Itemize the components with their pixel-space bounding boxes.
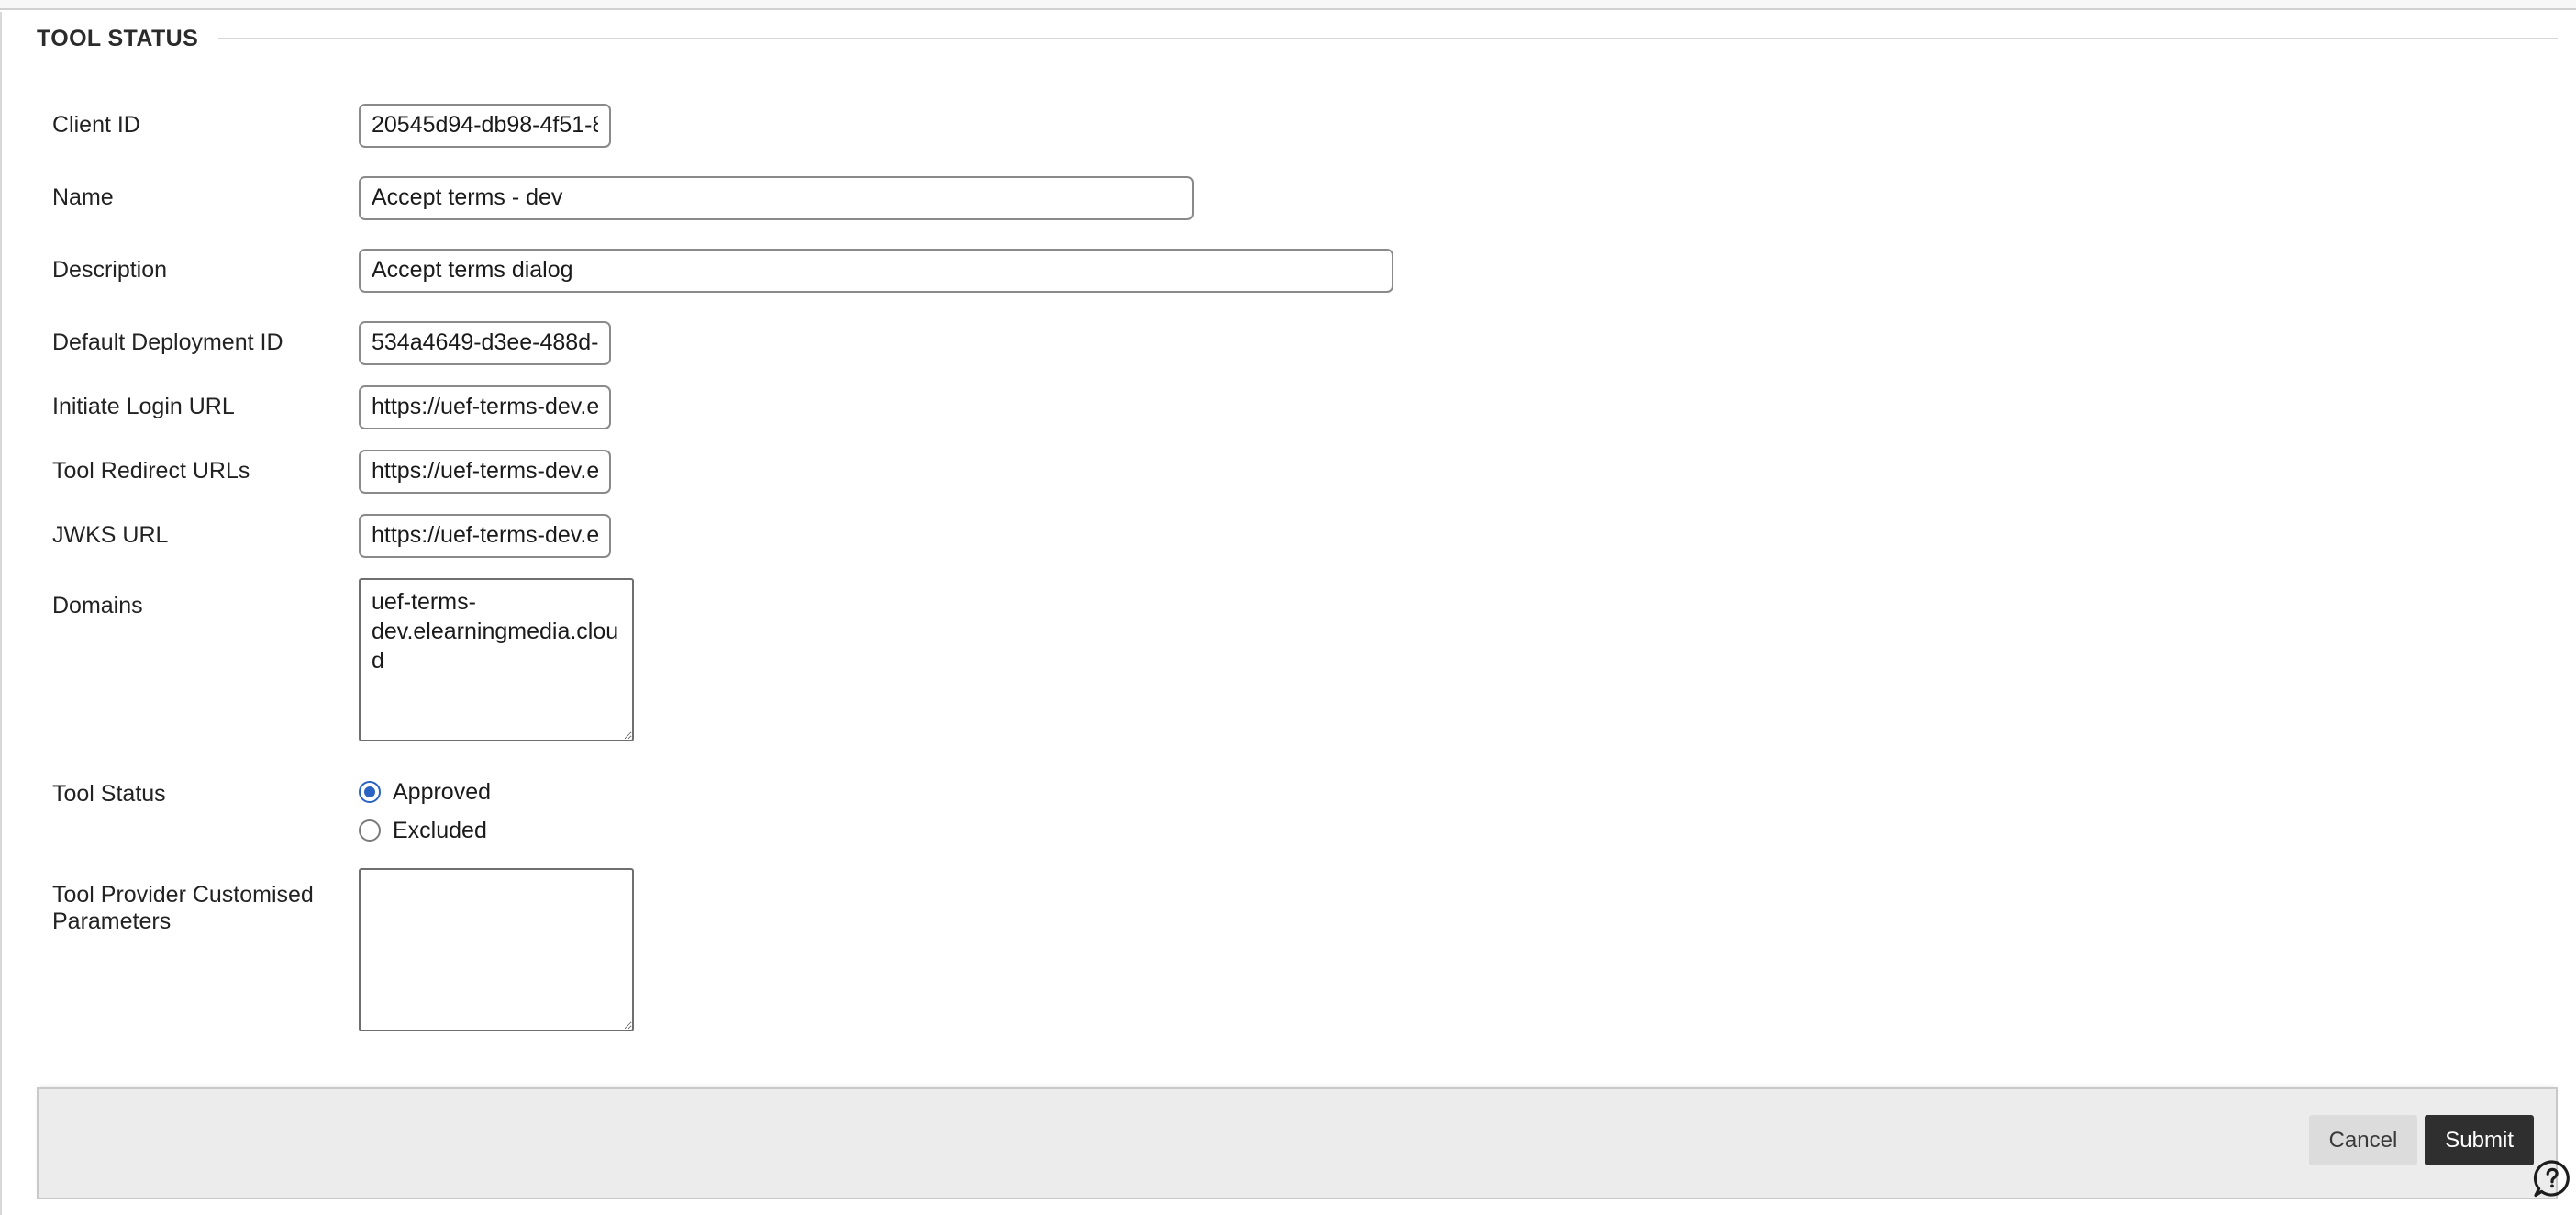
control-name [359,176,1194,220]
tool-status-panel: TOOL STATUS Client ID Name Description [0,12,2576,1215]
tool-redirect-urls-input[interactable] [359,450,611,494]
top-strip [0,0,2576,10]
control-jwks-url [359,514,611,558]
label-tool-status: Tool Status [52,781,166,807]
label-tool-provider-customised-parameters: Tool Provider Customised Parameters [52,882,314,934]
control-tool-provider-customised-parameters [359,868,634,1031]
form-row-description: Description [2,249,2576,321]
footer-actions: Cancel Submit [2308,1115,2534,1165]
label-client-id: Client ID [52,112,140,138]
control-description [359,249,1393,293]
label-jwks-url: JWKS URL [52,522,169,548]
label-tool-redirect-urls: Tool Redirect URLs [52,458,250,484]
name-input[interactable] [359,176,1194,220]
form-row-default-deployment-id: Default Deployment ID [2,321,2576,385]
tool-provider-customised-parameters-textarea[interactable] [359,868,634,1031]
form-row-tool-status: Tool Status Approved Excluded [2,773,2576,868]
jwks-url-input[interactable] [359,514,611,558]
control-client-id [359,104,611,148]
label-initiate-login-url: Initiate Login URL [52,394,235,419]
client-id-input[interactable] [359,104,611,148]
form-row-initiate-login-url: Initiate Login URL [2,385,2576,450]
label-description: Description [52,257,168,283]
radio-approved-icon[interactable] [359,781,381,803]
page-title: TOOL STATUS [37,25,199,51]
form-row-jwks-url: JWKS URL [2,514,2576,578]
form-row-domains: Domains [2,578,2576,773]
submit-button[interactable]: Submit [2425,1115,2534,1165]
default-deployment-id-input[interactable] [359,321,611,365]
label-name: Name [52,184,114,210]
form-row-tool-redirect-urls: Tool Redirect URLs [2,450,2576,514]
label-domains: Domains [52,593,143,619]
label-default-deployment-id: Default Deployment ID [52,329,283,355]
radio-excluded-label: Excluded [393,817,487,843]
control-default-deployment-id [359,321,611,365]
description-input[interactable] [359,249,1393,293]
initiate-login-url-input[interactable] [359,385,611,429]
form-row-name: Name [2,176,2576,249]
form-row-client-id: Client ID [2,104,2576,176]
control-initiate-login-url [359,385,611,429]
domains-textarea[interactable] [359,578,634,741]
radio-option-excluded[interactable]: Excluded [359,811,491,850]
cancel-button[interactable]: Cancel [2308,1115,2418,1165]
control-tool-redirect-urls [359,450,611,494]
radio-option-approved[interactable]: Approved [359,773,491,811]
control-domains [359,578,634,741]
help-bubble-icon[interactable] [2530,1158,2570,1198]
tool-status-radio-group: Approved Excluded [359,773,491,850]
form-row-tool-provider-customised-parameters: Tool Provider Customised Parameters [2,868,2576,1063]
radio-excluded-icon[interactable] [359,819,381,842]
radio-approved-label: Approved [393,778,492,805]
section-divider [218,38,2558,39]
section-header: TOOL STATUS [37,19,2558,58]
form-footer: Cancel Submit [37,1087,2558,1199]
